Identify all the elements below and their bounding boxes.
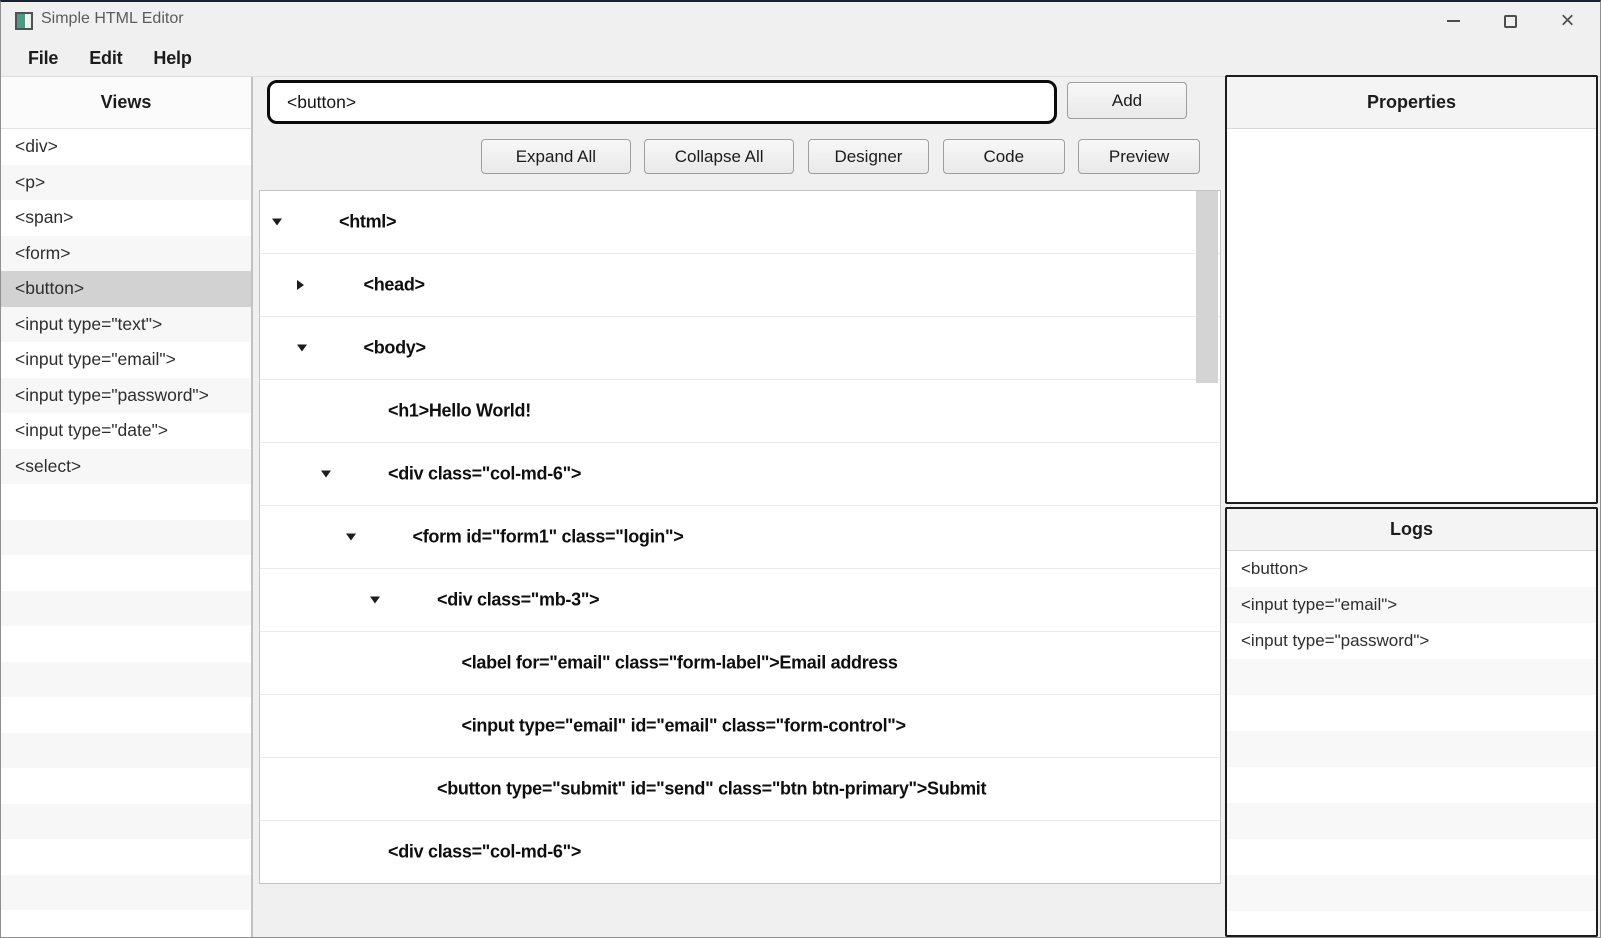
add-button[interactable]: Add: [1067, 82, 1187, 119]
window-title: Simple HTML Editor: [41, 10, 184, 27]
sidebar-empty-row: [1, 874, 251, 910]
sidebar-empty-row: [1, 910, 251, 937]
properties-panel: Properties: [1225, 75, 1598, 504]
tree-node[interactable]: <div class="col-md-6">: [260, 821, 1220, 883]
sidebar-empty-row: [1, 590, 251, 626]
sidebar-empty-row: [1, 555, 251, 591]
log-empty-row: [1227, 839, 1596, 875]
logs-list: <button> <input type="email"> <input type=…: [1227, 551, 1596, 935]
log-empty-row: [1227, 659, 1596, 695]
collapse-arrow-icon[interactable]: [345, 533, 356, 541]
sidebar-item-button[interactable]: <button>: [1, 271, 251, 307]
tree-node-label: <div class="col-md-6">: [388, 463, 582, 484]
sidebar-empty-row: [1, 732, 251, 768]
sidebar-item-input-type-email[interactable]: <input type="email">: [1, 342, 251, 378]
sidebar-item-div[interactable]: <div>: [1, 129, 251, 165]
close-button[interactable]: ×: [1539, 2, 1596, 40]
properties-header: Properties: [1227, 77, 1596, 129]
tree-node[interactable]: <form id="form1" class="login">: [260, 506, 1220, 569]
tag-input[interactable]: [267, 80, 1057, 124]
tree-node[interactable]: <body>: [260, 317, 1220, 380]
log-empty-row: [1227, 767, 1596, 803]
log-entry[interactable]: <input type="email">: [1227, 587, 1596, 623]
sidebar-item-select[interactable]: <select>: [1, 448, 251, 484]
tree-node-label: <label for="email" class="form-label">Em…: [461, 652, 898, 673]
tree-node-label: <div class="col-md-6">: [388, 841, 582, 862]
tree-node-label: <form id="form1" class="login">: [412, 526, 684, 547]
expand-all-button[interactable]: Expand All: [481, 139, 631, 174]
log-entry[interactable]: <input type="password">: [1227, 623, 1596, 659]
sidebar-empty-row: [1, 661, 251, 697]
log-empty-row: [1227, 911, 1596, 935]
log-entry[interactable]: <button>: [1227, 551, 1596, 587]
views-header: Views: [1, 77, 251, 129]
app-window: Simple HTML Editor × File Edit Help View…: [0, 0, 1601, 938]
tree-node-label: <div class="mb-3">: [437, 589, 600, 610]
menu-edit[interactable]: Edit: [89, 48, 122, 69]
sidebar-empty-row: [1, 626, 251, 662]
collapse-arrow-icon[interactable]: [321, 470, 331, 478]
sidebar-empty-row: [1, 484, 251, 520]
tree-node-label: <html>: [339, 211, 397, 232]
sidebar-item-input-type-date[interactable]: <input type="date">: [1, 413, 251, 449]
title-bar[interactable]: Simple HTML Editor ×: [1, 2, 1600, 40]
log-empty-row: [1227, 731, 1596, 767]
log-empty-row: [1227, 875, 1596, 911]
dom-tree: <html> <head> <body> <h1>Hello World! <div c…: [259, 190, 1221, 884]
tree-node-label: <button type="submit" id="send" class="b…: [437, 778, 987, 799]
close-icon: ×: [1560, 7, 1575, 34]
sidebar-item-span[interactable]: <span>: [1, 200, 251, 236]
sidebar-item-p[interactable]: <p>: [1, 164, 251, 200]
tree-node-label: <head>: [363, 274, 426, 295]
minimize-button[interactable]: [1425, 2, 1482, 40]
collapse-arrow-icon[interactable]: [370, 596, 380, 604]
tree-node-label: <body>: [363, 337, 427, 358]
tree-node-label: <h1>Hello World!: [388, 400, 531, 421]
maximize-icon: [1504, 14, 1517, 28]
menu-help[interactable]: Help: [153, 48, 191, 69]
logs-header: Logs: [1227, 509, 1596, 551]
tree-scrollbar-thumb[interactable]: [1196, 191, 1218, 383]
dom-tree-rows: <html> <head> <body> <h1>Hello World! <div c…: [260, 191, 1220, 883]
designer-button[interactable]: Designer: [807, 139, 930, 174]
tree-node[interactable]: <head>: [260, 254, 1220, 317]
maximize-button[interactable]: [1482, 2, 1539, 40]
sidebar-empty-row: [1, 768, 251, 804]
sidebar-item-input-type-text[interactable]: <input type="text">: [1, 306, 251, 342]
tree-node-label: <input type="email" id="email" class="fo…: [461, 715, 907, 736]
tree-node[interactable]: <h1>Hello World!: [260, 380, 1220, 443]
menu-bar: File Edit Help: [1, 40, 1600, 77]
views-panel: Views <div> <p> <span> <form> <button> <input…: [1, 77, 253, 937]
sidebar-empty-row: [1, 519, 251, 555]
log-empty-row: [1227, 695, 1596, 731]
collapse-all-button[interactable]: Collapse All: [644, 139, 795, 174]
sidebar-item-input-type-password[interactable]: <input type="password">: [1, 377, 251, 413]
expand-arrow-icon[interactable]: [296, 280, 304, 290]
tree-node[interactable]: <button type="submit" id="send" class="b…: [260, 758, 1220, 821]
menu-file[interactable]: File: [28, 48, 58, 69]
views-list: <div> <p> <span> <form> <button> <input type=…: [1, 129, 251, 937]
tree-node[interactable]: <html>: [260, 191, 1220, 254]
toolbar: Expand All Collapse All Designer Code Pr…: [481, 139, 1200, 174]
app-icon: [15, 12, 33, 30]
tree-node[interactable]: <div class="col-md-6">: [260, 443, 1220, 506]
tree-node[interactable]: <input type="email" id="email" class="fo…: [260, 695, 1220, 758]
minimize-icon: [1447, 20, 1460, 22]
sidebar-empty-row: [1, 803, 251, 839]
collapse-arrow-icon[interactable]: [272, 218, 282, 226]
code-button[interactable]: Code: [942, 139, 1065, 174]
collapse-arrow-icon[interactable]: [296, 344, 307, 352]
sidebar-item-form[interactable]: <form>: [1, 235, 251, 271]
sidebar-empty-row: [1, 839, 251, 875]
tree-node[interactable]: <div class="mb-3">: [260, 569, 1220, 632]
log-empty-row: [1227, 803, 1596, 839]
logs-panel: Logs <button> <input type="email"> <input …: [1225, 507, 1598, 937]
preview-button[interactable]: Preview: [1078, 139, 1200, 174]
tree-node[interactable]: <label for="email" class="form-label">Em…: [260, 632, 1220, 695]
sidebar-empty-row: [1, 697, 251, 733]
